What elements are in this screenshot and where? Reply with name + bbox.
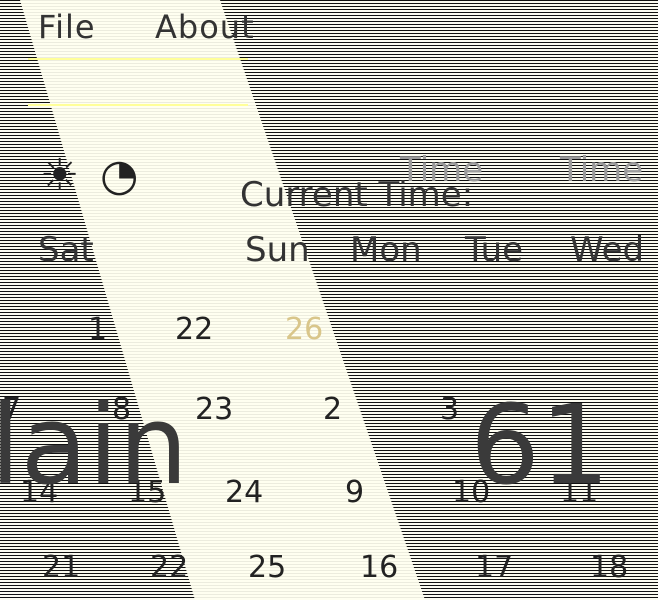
calendar-cell[interactable]: 1 xyxy=(88,312,107,347)
weekday-sun: Sun xyxy=(245,230,310,270)
calendar-cell[interactable]: 16 xyxy=(360,550,398,585)
calendar-cell[interactable]: 17 xyxy=(475,550,513,585)
time-faded-label-1: Time xyxy=(400,150,484,190)
calendar-icon[interactable]: ◔ xyxy=(100,150,138,201)
sun-icon[interactable]: ☀ xyxy=(40,150,79,201)
large-overlay-text-right: 61 xyxy=(470,381,610,509)
calendar-cell[interactable]: 22 xyxy=(150,550,188,585)
calendar-cell[interactable]: 9 xyxy=(345,475,364,510)
calendar-cell[interactable]: 18 xyxy=(590,550,628,585)
toolbar-divider xyxy=(28,104,248,106)
menu-divider xyxy=(28,58,248,60)
calendar-cell[interactable]: 2 xyxy=(323,392,342,427)
calendar-cell[interactable]: 3 xyxy=(440,392,459,427)
calendar-cell[interactable]: 23 xyxy=(195,392,233,427)
calendar-cell[interactable]: 21 xyxy=(42,550,80,585)
weekday-mon: Mon xyxy=(350,230,422,270)
time-faded-label-2: Time xyxy=(560,150,644,190)
calendar-cell[interactable]: 25 xyxy=(248,550,286,585)
calendar-cell[interactable]: 22 xyxy=(175,312,213,347)
menu-file[interactable]: File xyxy=(38,8,96,46)
calendar-cell[interactable]: 26 xyxy=(285,312,323,347)
light-band-overlay xyxy=(20,0,425,600)
large-overlay-text-left: lain xyxy=(0,381,189,509)
calendar-cell[interactable]: 24 xyxy=(225,475,263,510)
weekday-sat: Sat xyxy=(38,230,94,270)
weekday-tue: Tue xyxy=(465,230,524,270)
menu-about[interactable]: About xyxy=(155,8,255,46)
weekday-wed: Wed xyxy=(570,230,645,270)
app-window: File About ☀ ◔ Current Time: Time Time S… xyxy=(0,0,658,600)
